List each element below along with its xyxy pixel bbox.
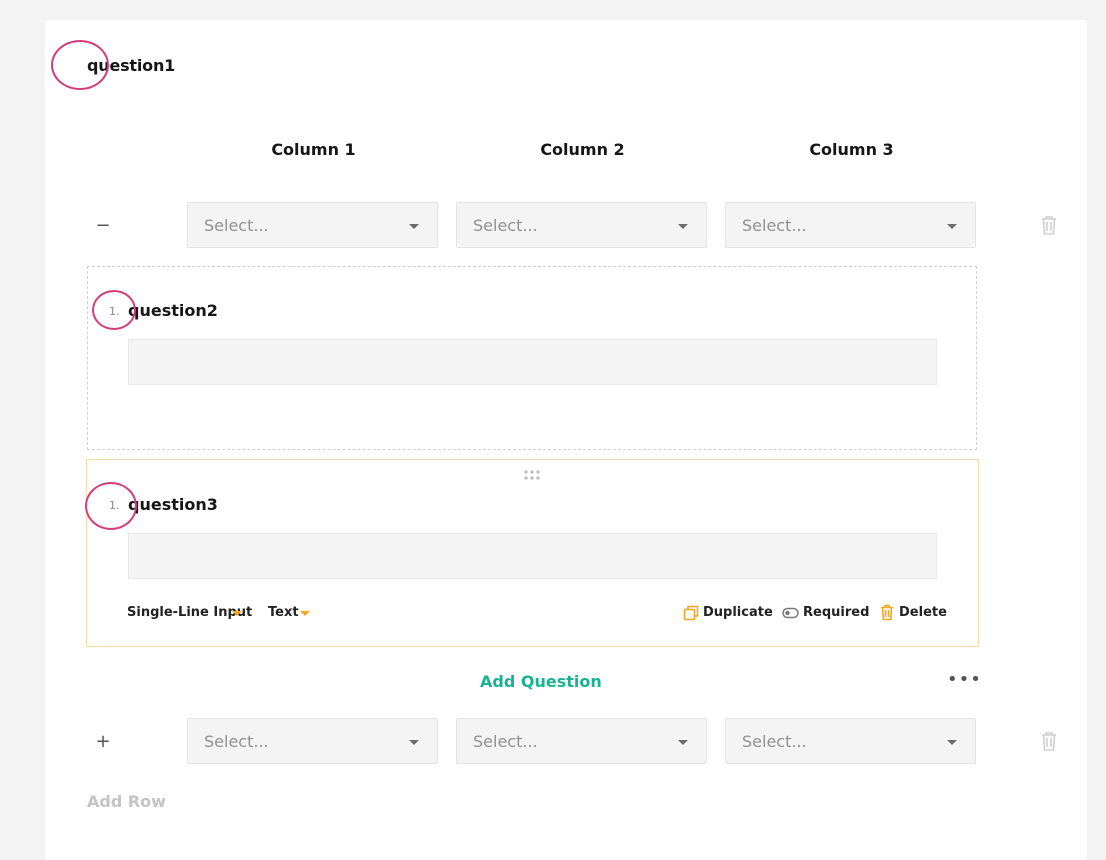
toggle-switch-icon[interactable]	[782, 607, 799, 619]
select-placeholder: Select...	[742, 732, 807, 751]
delete-button[interactable]: Delete	[899, 605, 947, 620]
question1-title[interactable]: question1	[87, 56, 175, 75]
row2-column1-select[interactable]: Select...	[187, 718, 438, 764]
select-placeholder: Select...	[204, 216, 269, 235]
row1-column1-select[interactable]: Select...	[187, 202, 438, 248]
required-toggle[interactable]: Required	[803, 605, 869, 620]
delete-row-trash-icon[interactable]	[1039, 214, 1059, 236]
chevron-down-icon[interactable]	[300, 611, 310, 616]
input-type-dropdown[interactable]: Text	[268, 605, 299, 620]
chevron-down-icon	[409, 740, 419, 745]
question3-text-input[interactable]	[128, 533, 937, 579]
select-placeholder: Select...	[742, 216, 807, 235]
chevron-down-icon	[678, 224, 688, 229]
chevron-down-icon	[947, 224, 957, 229]
select-placeholder: Select...	[204, 732, 269, 751]
question3-number: 1.	[109, 499, 120, 512]
column-header-3[interactable]: Column 3	[725, 140, 978, 159]
row2-column2-select[interactable]: Select...	[456, 718, 707, 764]
row1-column3-select[interactable]: Select...	[725, 202, 976, 248]
chevron-down-icon[interactable]	[232, 611, 242, 616]
duplicate-button[interactable]: Duplicate	[703, 605, 773, 620]
add-row-button[interactable]: Add Row	[87, 792, 166, 811]
collapse-row-button[interactable]: −	[93, 216, 113, 236]
question3-title[interactable]: question3	[128, 495, 218, 514]
chevron-down-icon	[409, 224, 419, 229]
question2-number: 1.	[109, 305, 120, 318]
column-header-2[interactable]: Column 2	[456, 140, 709, 159]
question2-title[interactable]: question2	[128, 301, 218, 320]
select-placeholder: Select...	[473, 732, 538, 751]
chevron-down-icon	[947, 740, 957, 745]
row1-column2-select[interactable]: Select...	[456, 202, 707, 248]
chevron-down-icon	[678, 740, 688, 745]
trash-icon[interactable]	[880, 604, 894, 621]
add-question-button[interactable]: Add Question	[480, 672, 602, 691]
row2-column3-select[interactable]: Select...	[725, 718, 976, 764]
delete-row-trash-icon[interactable]	[1039, 730, 1059, 752]
more-options-icon[interactable]: •••	[947, 669, 982, 690]
duplicate-icon[interactable]	[683, 605, 699, 621]
expand-row-button[interactable]: +	[93, 732, 113, 752]
drag-handle-icon[interactable]	[523, 469, 541, 481]
column-header-1[interactable]: Column 1	[187, 140, 440, 159]
question2-text-input[interactable]	[128, 339, 937, 385]
select-placeholder: Select...	[473, 216, 538, 235]
